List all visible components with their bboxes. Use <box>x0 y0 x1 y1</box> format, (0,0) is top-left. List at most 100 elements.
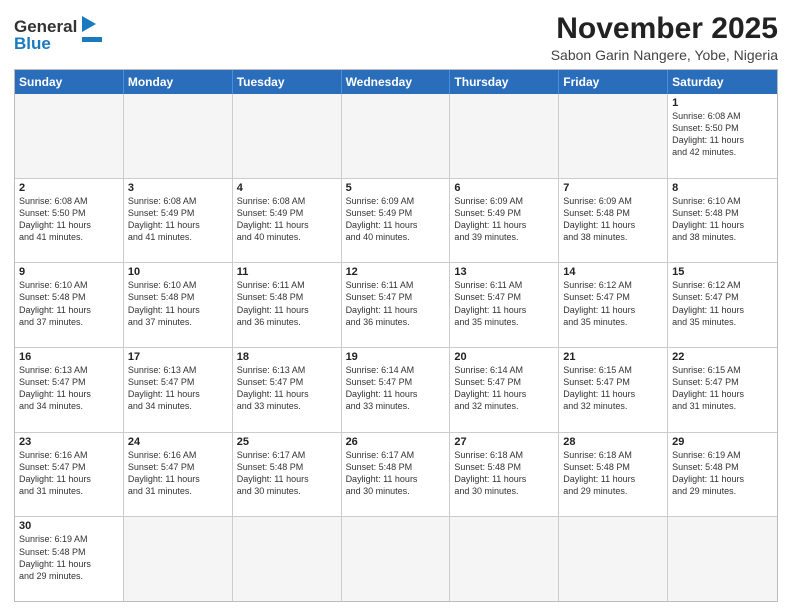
day-number: 29 <box>672 436 773 448</box>
day-cell-empty <box>559 94 668 178</box>
header: General Blue November 2025 Sabon Garin N… <box>14 12 778 63</box>
day-info: Sunrise: 6:12 AM Sunset: 5:47 PM Dayligh… <box>672 279 773 328</box>
day-header-wednesday: Wednesday <box>342 70 451 94</box>
day-cell-21: 21Sunrise: 6:15 AM Sunset: 5:47 PM Dayli… <box>559 348 668 432</box>
day-number: 12 <box>346 266 446 278</box>
day-number: 25 <box>237 436 337 448</box>
day-header-saturday: Saturday <box>668 70 777 94</box>
day-header-sunday: Sunday <box>15 70 124 94</box>
day-number: 30 <box>19 520 119 532</box>
day-info: Sunrise: 6:15 AM Sunset: 5:47 PM Dayligh… <box>563 364 663 413</box>
day-cell-11: 11Sunrise: 6:11 AM Sunset: 5:48 PM Dayli… <box>233 263 342 347</box>
day-cell-empty <box>233 94 342 178</box>
day-number: 15 <box>672 266 773 278</box>
day-cell-28: 28Sunrise: 6:18 AM Sunset: 5:48 PM Dayli… <box>559 433 668 517</box>
day-number: 27 <box>454 436 554 448</box>
day-info: Sunrise: 6:08 AM Sunset: 5:49 PM Dayligh… <box>128 195 228 244</box>
day-info: Sunrise: 6:18 AM Sunset: 5:48 PM Dayligh… <box>454 449 554 498</box>
day-cell-2: 2Sunrise: 6:08 AM Sunset: 5:50 PM Daylig… <box>15 179 124 263</box>
day-cell-25: 25Sunrise: 6:17 AM Sunset: 5:48 PM Dayli… <box>233 433 342 517</box>
day-cell-empty <box>124 517 233 601</box>
day-cell-5: 5Sunrise: 6:09 AM Sunset: 5:49 PM Daylig… <box>342 179 451 263</box>
day-info: Sunrise: 6:11 AM Sunset: 5:48 PM Dayligh… <box>237 279 337 328</box>
day-cell-empty <box>342 94 451 178</box>
day-info: Sunrise: 6:16 AM Sunset: 5:47 PM Dayligh… <box>19 449 119 498</box>
day-cell-3: 3Sunrise: 6:08 AM Sunset: 5:49 PM Daylig… <box>124 179 233 263</box>
week-row-2: 2Sunrise: 6:08 AM Sunset: 5:50 PM Daylig… <box>15 179 777 264</box>
day-cell-19: 19Sunrise: 6:14 AM Sunset: 5:47 PM Dayli… <box>342 348 451 432</box>
day-headers: SundayMondayTuesdayWednesdayThursdayFrid… <box>15 70 777 94</box>
day-info: Sunrise: 6:19 AM Sunset: 5:48 PM Dayligh… <box>19 533 119 582</box>
day-number: 7 <box>563 182 663 194</box>
day-number: 1 <box>672 97 773 109</box>
day-cell-30: 30Sunrise: 6:19 AM Sunset: 5:48 PM Dayli… <box>15 517 124 601</box>
day-number: 19 <box>346 351 446 363</box>
day-cell-13: 13Sunrise: 6:11 AM Sunset: 5:47 PM Dayli… <box>450 263 559 347</box>
day-number: 3 <box>128 182 228 194</box>
title-section: November 2025 Sabon Garin Nangere, Yobe,… <box>551 12 778 63</box>
day-info: Sunrise: 6:11 AM Sunset: 5:47 PM Dayligh… <box>454 279 554 328</box>
day-number: 13 <box>454 266 554 278</box>
day-number: 14 <box>563 266 663 278</box>
day-info: Sunrise: 6:18 AM Sunset: 5:48 PM Dayligh… <box>563 449 663 498</box>
day-number: 9 <box>19 266 119 278</box>
day-cell-20: 20Sunrise: 6:14 AM Sunset: 5:47 PM Dayli… <box>450 348 559 432</box>
logo: General Blue <box>14 12 104 60</box>
day-cell-empty <box>450 517 559 601</box>
page: General Blue November 2025 Sabon Garin N… <box>0 0 792 612</box>
day-number: 26 <box>346 436 446 448</box>
day-cell-7: 7Sunrise: 6:09 AM Sunset: 5:48 PM Daylig… <box>559 179 668 263</box>
day-info: Sunrise: 6:14 AM Sunset: 5:47 PM Dayligh… <box>346 364 446 413</box>
day-number: 8 <box>672 182 773 194</box>
day-info: Sunrise: 6:12 AM Sunset: 5:47 PM Dayligh… <box>563 279 663 328</box>
day-number: 24 <box>128 436 228 448</box>
day-info: Sunrise: 6:08 AM Sunset: 5:50 PM Dayligh… <box>672 110 773 159</box>
day-info: Sunrise: 6:09 AM Sunset: 5:49 PM Dayligh… <box>346 195 446 244</box>
day-number: 17 <box>128 351 228 363</box>
day-info: Sunrise: 6:09 AM Sunset: 5:48 PM Dayligh… <box>563 195 663 244</box>
day-cell-23: 23Sunrise: 6:16 AM Sunset: 5:47 PM Dayli… <box>15 433 124 517</box>
day-info: Sunrise: 6:10 AM Sunset: 5:48 PM Dayligh… <box>128 279 228 328</box>
day-info: Sunrise: 6:10 AM Sunset: 5:48 PM Dayligh… <box>19 279 119 328</box>
day-cell-18: 18Sunrise: 6:13 AM Sunset: 5:47 PM Dayli… <box>233 348 342 432</box>
day-cell-8: 8Sunrise: 6:10 AM Sunset: 5:48 PM Daylig… <box>668 179 777 263</box>
day-number: 18 <box>237 351 337 363</box>
day-cell-9: 9Sunrise: 6:10 AM Sunset: 5:48 PM Daylig… <box>15 263 124 347</box>
week-row-4: 16 Sunrise: 6:13 AM Sunset: 5:47 PM Dayli… <box>15 348 777 433</box>
day-number: 21 <box>563 351 663 363</box>
day-cell-29: 29Sunrise: 6:19 AM Sunset: 5:48 PM Dayli… <box>668 433 777 517</box>
day-number: 5 <box>346 182 446 194</box>
day-number: 11 <box>237 266 337 278</box>
logo-svg: General Blue <box>14 12 104 60</box>
day-number: 28 <box>563 436 663 448</box>
day-cell-empty <box>124 94 233 178</box>
day-info: Sunrise: 6:10 AM Sunset: 5:48 PM Dayligh… <box>672 195 773 244</box>
calendar-body: 1Sunrise: 6:08 AM Sunset: 5:50 PM Daylig… <box>15 94 777 601</box>
day-cell-6: 6Sunrise: 6:09 AM Sunset: 5:49 PM Daylig… <box>450 179 559 263</box>
day-info: Sunrise: 6:17 AM Sunset: 5:48 PM Dayligh… <box>237 449 337 498</box>
day-info: Sunrise: 6:14 AM Sunset: 5:47 PM Dayligh… <box>454 364 554 413</box>
day-cell-1: 1Sunrise: 6:08 AM Sunset: 5:50 PM Daylig… <box>668 94 777 178</box>
day-info: Sunrise: 6:19 AM Sunset: 5:48 PM Dayligh… <box>672 449 773 498</box>
day-info: Sunrise: 6:13 AM Sunset: 5:47 PM Dayligh… <box>237 364 337 413</box>
day-cell-26: 26Sunrise: 6:17 AM Sunset: 5:48 PM Dayli… <box>342 433 451 517</box>
day-info: Sunrise: 6:08 AM Sunset: 5:49 PM Dayligh… <box>237 195 337 244</box>
day-number: 23 <box>19 436 119 448</box>
day-cell-empty <box>15 94 124 178</box>
day-header-tuesday: Tuesday <box>233 70 342 94</box>
day-number: 16 <box>19 351 119 363</box>
day-cell-empty <box>342 517 451 601</box>
day-cell-16: 16Sunrise: 6:13 AM Sunset: 5:47 PM Dayli… <box>15 348 124 432</box>
day-cell-27: 27Sunrise: 6:18 AM Sunset: 5:48 PM Dayli… <box>450 433 559 517</box>
day-cell-empty <box>559 517 668 601</box>
day-header-monday: Monday <box>124 70 233 94</box>
day-number: 10 <box>128 266 228 278</box>
day-cell-17: 17Sunrise: 6:13 AM Sunset: 5:47 PM Dayli… <box>124 348 233 432</box>
day-number: 2 <box>19 182 119 194</box>
day-cell-empty <box>668 517 777 601</box>
day-number: 6 <box>454 182 554 194</box>
day-info: Sunrise: 6:17 AM Sunset: 5:48 PM Dayligh… <box>346 449 446 498</box>
day-number: 20 <box>454 351 554 363</box>
day-cell-empty <box>450 94 559 178</box>
day-number: 4 <box>237 182 337 194</box>
